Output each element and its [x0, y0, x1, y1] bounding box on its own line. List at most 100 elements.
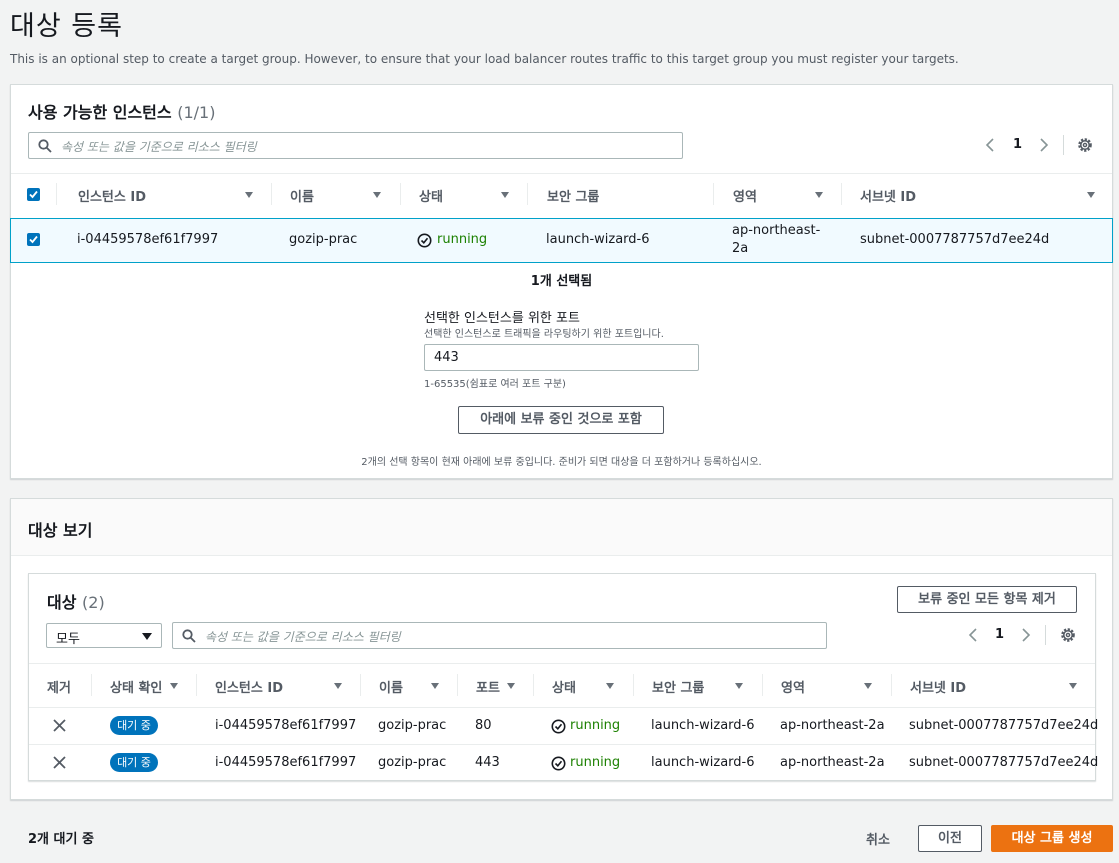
success-icon: [551, 719, 566, 734]
col-health[interactable]: 상태 확인: [110, 677, 162, 696]
previous-button[interactable]: 이전: [918, 825, 982, 852]
col-security-group[interactable]: 보안 그룹: [547, 186, 599, 205]
page-number[interactable]: 1: [1013, 137, 1022, 152]
search-icon: [38, 139, 52, 153]
success-icon: [417, 233, 432, 248]
security-group: launch-wizard-6: [546, 232, 650, 247]
instance-state: running: [570, 718, 621, 733]
page-number[interactable]: 1: [995, 627, 1004, 642]
filter-select[interactable]: 모두: [46, 623, 162, 648]
zone: ap-northeast-2a: [780, 755, 885, 770]
col-port[interactable]: 포트: [476, 677, 500, 696]
page-title: 대상 등록: [10, 11, 123, 42]
port-input[interactable]: 443: [424, 344, 699, 371]
success-icon: [551, 756, 566, 771]
zone-line2: 2a: [732, 241, 749, 256]
table-divider: [11, 173, 1112, 174]
subnet-id: subnet-0007787757d7ee24d: [909, 718, 1099, 733]
pending-count: 2개 대기 중: [28, 832, 94, 847]
search-icon: [182, 629, 196, 643]
caret-down-icon: [142, 633, 152, 640]
col-security-group[interactable]: 보안 그룹: [652, 677, 704, 696]
instance-id: i-04459578ef61f7997: [215, 718, 357, 733]
sort-icon[interactable]: [170, 683, 178, 689]
close-icon[interactable]: [53, 719, 66, 732]
sort-icon[interactable]: [373, 192, 381, 198]
sort-icon[interactable]: [864, 683, 872, 689]
create-target-group-button[interactable]: 대상 그룹 생성: [991, 825, 1113, 852]
prev-page-icon[interactable]: [985, 138, 995, 152]
sort-icon[interactable]: [501, 192, 509, 198]
close-icon[interactable]: [53, 756, 66, 769]
port: 443: [475, 755, 500, 770]
pager-divider: [1045, 625, 1046, 645]
instance-search-input[interactable]: 속성 또는 값을 기준으로 리소스 필터링: [28, 132, 683, 159]
col-state[interactable]: 상태: [552, 677, 576, 696]
col-remove: 제거: [47, 681, 71, 696]
targets-count: (2): [82, 593, 105, 612]
available-instances-count: (1/1): [177, 103, 216, 122]
row-checkbox[interactable]: [27, 233, 40, 246]
col-name[interactable]: 이름: [290, 186, 314, 205]
sort-icon[interactable]: [431, 683, 439, 689]
next-page-icon[interactable]: [1039, 138, 1049, 152]
col-instance-id[interactable]: 인스턴스 ID: [78, 186, 146, 205]
port-label: 선택한 인스턴스를 위한 포트: [424, 311, 580, 326]
security-group: launch-wizard-6: [651, 718, 755, 733]
subnet-id: subnet-0007787757d7ee24d: [860, 232, 1050, 247]
col-zone[interactable]: 영역: [733, 186, 757, 205]
review-targets-title: 대상 보기: [28, 521, 93, 540]
port-hint: 1-65535(쉼표로 여러 포트 구분): [424, 379, 566, 390]
col-name[interactable]: 이름: [379, 677, 403, 696]
filter-select-value: 모두: [56, 632, 80, 647]
col-state[interactable]: 상태: [419, 186, 443, 205]
zone-line1: ap-northeast-: [732, 223, 821, 238]
instance-state: running: [437, 232, 488, 247]
cancel-button[interactable]: 취소: [866, 829, 890, 848]
instance-id: i-04459578ef61f7997: [215, 755, 357, 770]
instance-name: gozip-prac: [378, 755, 447, 770]
available-instances-title: 사용 가능한 인스턴스 (1/1): [28, 103, 216, 122]
selected-count: 1개 선택됨: [530, 274, 593, 289]
page-description: This is an optional step to create a tar…: [10, 52, 959, 66]
sort-icon[interactable]: [1069, 683, 1077, 689]
gear-icon[interactable]: [1077, 137, 1093, 153]
port-description: 선택한 인스턴스로 트래픽을 라우팅하기 위한 포트입니다.: [424, 329, 664, 340]
sort-icon[interactable]: [815, 192, 823, 198]
status-badge: 대기 중: [110, 753, 158, 772]
select-all-checkbox[interactable]: [27, 188, 40, 201]
security-group: launch-wizard-6: [651, 755, 755, 770]
col-subnet-id[interactable]: 서브넷 ID: [860, 186, 916, 205]
targets-title: 대상 (2): [47, 593, 105, 612]
pending-note: 2개의 선택 항목이 현재 아래에 보류 중입니다. 준비가 되면 대상을 더 …: [361, 457, 762, 468]
instance-name: gozip-prac: [289, 232, 358, 247]
port: 80: [475, 718, 492, 733]
col-zone[interactable]: 영역: [781, 677, 805, 696]
col-instance-id[interactable]: 인스턴스 ID: [215, 677, 283, 696]
pager-divider: [1063, 135, 1064, 155]
zone: ap-northeast-2a: [780, 718, 885, 733]
targets-search-input[interactable]: 속성 또는 값을 기준으로 리소스 필터링: [172, 622, 827, 649]
status-badge: 대기 중: [110, 716, 158, 735]
check-icon: [29, 235, 38, 244]
col-subnet-id[interactable]: 서브넷 ID: [910, 677, 966, 696]
sort-icon[interactable]: [606, 683, 614, 689]
sort-icon[interactable]: [245, 192, 253, 198]
sort-icon[interactable]: [334, 683, 342, 689]
gear-icon[interactable]: [1060, 627, 1076, 643]
prev-page-icon[interactable]: [968, 628, 978, 642]
check-icon: [29, 190, 38, 199]
sort-icon[interactable]: [735, 683, 743, 689]
remove-all-pending-button[interactable]: 보류 중인 모든 항목 제거: [897, 586, 1077, 613]
subnet-id: subnet-0007787757d7ee24d: [909, 755, 1099, 770]
next-page-icon[interactable]: [1021, 628, 1031, 642]
search-placeholder: 속성 또는 값을 기준으로 리소스 필터링: [61, 140, 257, 154]
instance-state: running: [570, 755, 621, 770]
search-placeholder: 속성 또는 값을 기준으로 리소스 필터링: [205, 630, 401, 644]
instance-id: i-04459578ef61f7997: [77, 232, 219, 247]
include-pending-button[interactable]: 아래에 보류 중인 것으로 포함: [458, 406, 664, 434]
sort-icon[interactable]: [1087, 192, 1095, 198]
sort-icon[interactable]: [507, 683, 515, 689]
instance-name: gozip-prac: [378, 718, 447, 733]
port-value: 443: [434, 350, 459, 365]
